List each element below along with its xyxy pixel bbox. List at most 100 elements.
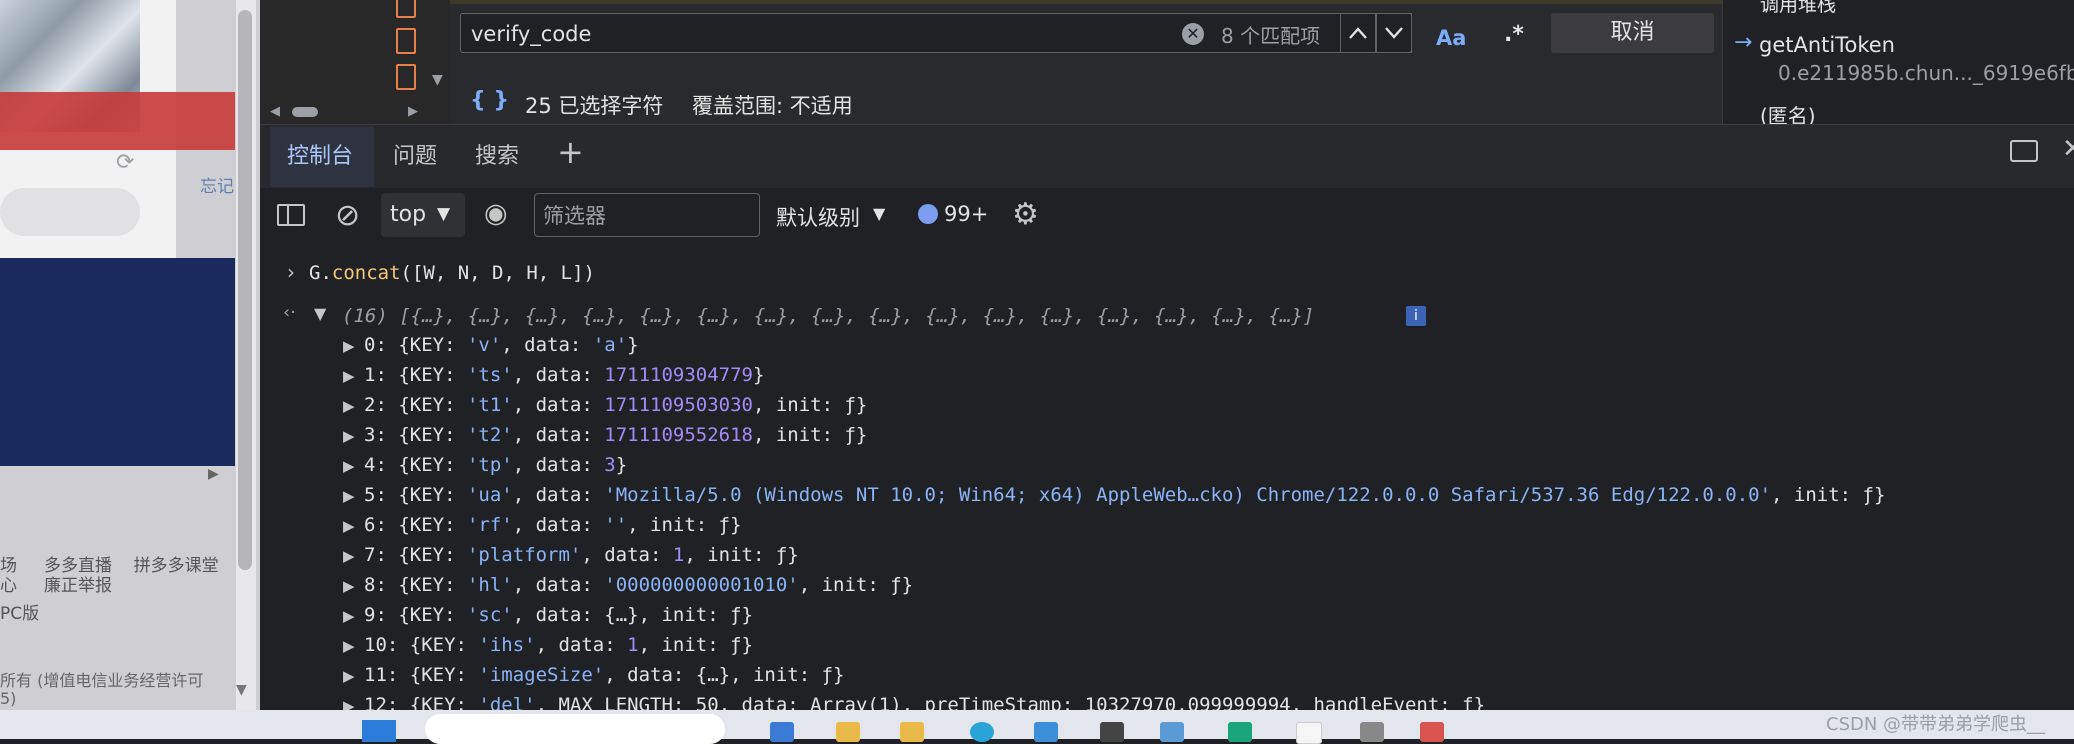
expand-caret-icon[interactable]: ▶ [343, 637, 355, 655]
expand-caret-icon[interactable]: ▶ [343, 547, 355, 565]
array-entry[interactable]: 7: {KEY: 'platform', data: 1, init: ƒ} [364, 544, 799, 566]
file-icon[interactable] [396, 64, 416, 90]
close-drawer-icon[interactable]: ✕ [2062, 134, 2074, 164]
console-input-echo[interactable]: G.concat([W, N, D, H, L]) [309, 262, 595, 284]
footer-links-line[interactable]: 场 多多直播 拼多多课堂 [0, 556, 219, 576]
pretty-print-icon[interactable]: { } [470, 88, 509, 113]
entry-rest: , init: ƒ} [638, 604, 753, 626]
page-hero-block [0, 258, 235, 466]
array-entry[interactable]: 3: {KEY: 't2', data: 1711109552618, init… [364, 424, 867, 446]
message-count[interactable]: 99+ [944, 202, 988, 226]
previous-match-button[interactable] [1340, 13, 1376, 53]
app-icon[interactable] [1160, 722, 1184, 742]
scroll-left-icon[interactable]: ◀ [270, 104, 280, 119]
clear-console-icon[interactable]: ⊘ [335, 198, 360, 233]
array-entry[interactable]: 11: {KEY: 'imageSize', data: {…}, init: … [364, 664, 844, 686]
caret-down-icon[interactable]: ▼ [873, 204, 885, 223]
array-entry[interactable]: 6: {KEY: 'rf', data: '', init: ƒ} [364, 514, 742, 536]
app-icon[interactable] [1420, 722, 1444, 742]
expand-caret-icon[interactable]: ▶ [343, 337, 355, 355]
file-icon[interactable] [396, 28, 416, 54]
add-tab-icon[interactable]: + [557, 133, 584, 171]
dock-side-icon[interactable] [2010, 140, 2038, 162]
call-stack-title[interactable]: 调用堆栈 [1760, 0, 1836, 17]
array-entry[interactable]: 1: {KEY: 'ts', data: 1711109304779} [364, 364, 764, 386]
gear-icon[interactable]: ⚙ [1012, 197, 1039, 232]
context-selector-label[interactable]: top [390, 202, 426, 227]
expand-caret-icon[interactable]: ▶ [343, 427, 355, 445]
array-entry[interactable]: 4: {KEY: 'tp', data: 3} [364, 454, 627, 476]
horizontal-scroll-thumb[interactable] [292, 107, 318, 117]
entry-key: 'ua' [466, 484, 513, 506]
expand-caret-icon[interactable]: ▶ [343, 487, 355, 505]
clear-search-icon[interactable]: ✕ [1182, 23, 1204, 45]
expand-caret-icon[interactable]: ▶ [343, 607, 355, 625]
array-entry[interactable]: 8: {KEY: 'hl', data: '000000000001010', … [364, 574, 913, 596]
tab-console[interactable]: 控制台 [287, 138, 353, 170]
array-entry[interactable]: 10: {KEY: 'ihs', data: 1, init: ƒ} [364, 634, 753, 656]
expand-caret-icon[interactable]: ▶ [343, 457, 355, 475]
info-icon[interactable]: i [1406, 306, 1426, 326]
scroll-right-icon[interactable]: ▶ [408, 104, 418, 119]
next-match-button[interactable] [1376, 13, 1412, 53]
entry-key: 'v' [466, 334, 502, 356]
sidebar-toggle-icon[interactable] [277, 204, 305, 226]
watermark: CSDN @带带弟弟学爬虫__ [1826, 714, 2046, 735]
call-frame-source[interactable]: 0.e211985b.chun..._6919e6fb.j [1778, 61, 2074, 85]
folder-icon[interactable] [836, 722, 860, 742]
refresh-icon[interactable]: ⟳ [116, 150, 134, 175]
login-button[interactable] [0, 188, 140, 236]
expand-caret-icon[interactable]: ▶ [343, 517, 355, 535]
taskbar-search[interactable] [425, 714, 725, 744]
match-case-button[interactable]: Aa [1436, 26, 1466, 50]
expand-caret-icon[interactable]: ▶ [343, 577, 355, 595]
scroll-down-icon[interactable]: ▼ [236, 682, 247, 698]
app-icon[interactable] [770, 722, 794, 742]
call-frame-function[interactable]: getAntiToken [1759, 33, 1895, 57]
collapse-icon[interactable]: ▼ [432, 72, 443, 88]
tab-search[interactable]: 搜索 [475, 138, 519, 170]
app-icon[interactable] [1228, 722, 1252, 742]
file-icon[interactable] [396, 0, 416, 18]
expand-caret-icon[interactable]: ▶ [343, 667, 355, 685]
app-icon[interactable] [1100, 722, 1124, 742]
entry-data: 1 [627, 634, 639, 656]
live-expression-eye-icon[interactable]: ◉ [484, 198, 508, 229]
array-entry[interactable]: 2: {KEY: 't1', data: 1711109503030, init… [364, 394, 867, 416]
browser-icon[interactable] [970, 722, 994, 742]
result-summary[interactable]: (16) [{…}, {…}, {…}, {…}, {…}, {…}, {…},… [342, 305, 1314, 327]
entry-data: '' [604, 514, 628, 536]
array-entry[interactable]: 0: {KEY: 'v', data: 'a'} [364, 334, 639, 356]
carousel-next-icon[interactable]: ▶ [208, 466, 219, 482]
entry-data: 'a' [592, 334, 628, 356]
footer-links: 场 多多直播 拼多多课堂 心 廉正举报 PC版 [0, 556, 219, 624]
app-icon[interactable] [1360, 722, 1384, 742]
expand-caret-icon[interactable]: ▼ [314, 304, 326, 323]
message-bubble-icon [918, 204, 938, 224]
page-scrollbar-thumb[interactable] [238, 10, 252, 570]
array-entry[interactable]: 5: {KEY: 'ua', data: 'Mozilla/5.0 (Windo… [364, 484, 1885, 506]
entry-key: 'tp' [466, 454, 513, 476]
regex-button[interactable]: .* [1504, 22, 1524, 47]
expand-caret-icon[interactable]: ▶ [343, 397, 355, 415]
filter-input[interactable] [541, 202, 745, 230]
tab-issues[interactable]: 问题 [393, 138, 437, 170]
entry-index: 11 [364, 664, 387, 686]
caret-down-icon[interactable]: ▼ [437, 204, 450, 224]
array-entry[interactable]: 9: {KEY: 'sc', data: {…}, init: ƒ} [364, 604, 753, 626]
app-icon[interactable] [1034, 722, 1058, 742]
current-frame-arrow-icon: → [1734, 30, 1753, 55]
forget-link[interactable]: 忘记 [200, 172, 234, 197]
entry-index: 4 [364, 454, 376, 476]
cancel-button[interactable]: 取消 [1551, 13, 1714, 53]
app-icon[interactable] [900, 722, 924, 742]
find-input[interactable] [469, 18, 1173, 50]
app-icon[interactable] [1296, 722, 1322, 744]
footer-links-line[interactable]: 心 廉正举报 [0, 576, 219, 596]
log-level-selector[interactable]: 默认级别 [776, 202, 860, 232]
pc-version-link[interactable]: PC版 [0, 604, 219, 624]
entry-index: 3 [364, 424, 376, 446]
sidebar-toggle-divider [287, 206, 289, 224]
expand-caret-icon[interactable]: ▶ [343, 367, 355, 385]
entry-key: 'hl' [466, 574, 513, 596]
